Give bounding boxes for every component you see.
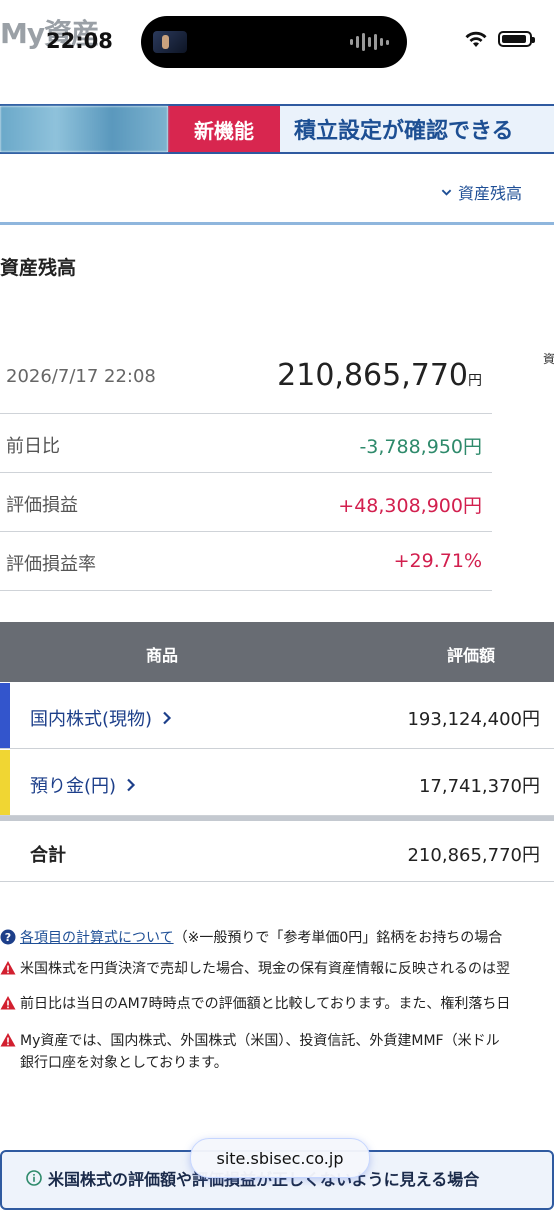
- warning-note: My資産では、国内株式、外国株式（米国）、投資信託、外貨建MMF（米ドル 銀行口…: [0, 1030, 554, 1074]
- warning-icon: [0, 1033, 16, 1047]
- table-row-total: 合計 210,865,770円: [0, 821, 554, 882]
- holding-amount: 17,741,370円: [418, 776, 540, 797]
- banner-tag: 新機能: [168, 106, 280, 152]
- battery-icon: [498, 31, 535, 47]
- url-text: site.sbisec.co.jp: [216, 1148, 344, 1168]
- now-playing-thumbnail: [153, 31, 187, 53]
- table-row-cash-deposit[interactable]: 預り金(円) 17,741,370円: [0, 750, 554, 816]
- anchor-link-label: 資産残高: [457, 184, 522, 203]
- warning-icon: [0, 961, 16, 975]
- warning-note: 前日比は当日のAM7時時点での評価額と比較しております。また、権利落ち日: [0, 993, 554, 1015]
- holding-link[interactable]: 国内株式(現物): [30, 705, 172, 731]
- row-color-stripe: [0, 683, 10, 748]
- dynamic-island[interactable]: [141, 16, 407, 68]
- holding-amount: 193,124,400円: [407, 709, 540, 730]
- currency-unit: 円: [468, 373, 482, 389]
- audio-wave-icon: [350, 32, 389, 52]
- day-change-label: 前日比: [6, 436, 60, 457]
- warning-text: My資産では、国内株式、外国株式（米国）、投資信託、外貨建MMF（米ドル: [20, 1033, 500, 1049]
- holding-name: 国内株式(現物): [30, 709, 153, 730]
- warning-icon: [0, 996, 16, 1010]
- header-value: 評価額: [447, 646, 496, 665]
- holding-link[interactable]: 預り金(円): [30, 772, 136, 798]
- status-time: 22:08: [46, 29, 113, 53]
- wifi-icon: [465, 31, 487, 47]
- system-icons: [464, 30, 535, 48]
- holdings-table-header: 商品 評価額: [0, 622, 554, 682]
- table-row-domestic-stocks[interactable]: 国内株式(現物) 193,124,400円: [0, 683, 554, 749]
- browser-address-bar[interactable]: site.sbisec.co.jp: [190, 1138, 370, 1178]
- section-divider: [0, 222, 554, 225]
- warning-text: 米国株式を円貨決済で売却した場合、現金の保有資産情報に反映されるのは翌: [20, 961, 510, 977]
- help-circle-icon: ?: [0, 929, 16, 945]
- holding-name: 預り金(円): [30, 776, 117, 797]
- profit-loss-row: 評価損益 +48,308,900円: [0, 473, 492, 532]
- profit-loss-rate-label: 評価損益率: [6, 554, 96, 575]
- warning-text-continued: 銀行口座を対象としております。: [20, 1055, 228, 1071]
- banner-image: [0, 106, 168, 152]
- chevron-down-icon: [441, 189, 452, 196]
- chevron-right-icon: [163, 711, 172, 725]
- total-asset-value: 210,865,770円: [277, 358, 482, 393]
- total-amount: 210,865,770円: [407, 845, 540, 866]
- profit-loss-label: 評価損益: [6, 495, 78, 516]
- total-label: 合計: [30, 845, 66, 866]
- profit-loss-rate-row: 評価損益率 +29.71%: [0, 532, 492, 591]
- total-asset-row: 2026/7/17 22:08 210,865,770円: [0, 338, 492, 414]
- chevron-right-icon: [127, 778, 136, 792]
- asset-balance-anchor-link[interactable]: 資産残高: [441, 180, 522, 204]
- row-color-stripe: [0, 750, 10, 815]
- side-label: 資: [543, 352, 554, 366]
- promo-banner[interactable]: 新機能 積立設定が確認できる: [0, 104, 554, 154]
- day-change-value: -3,788,950円: [359, 436, 482, 458]
- day-change-row: 前日比 -3,788,950円: [0, 414, 492, 473]
- warning-note: 米国株式を円貨決済で売却した場合、現金の保有資産情報に反映されるのは翌: [0, 958, 554, 980]
- section-title: 資産残高: [0, 257, 77, 279]
- calc-note: ? 各項目の計算式について（※一般預りで「参考単価0円」銘柄をお持ちの場合: [0, 927, 554, 949]
- calc-formula-link[interactable]: 各項目の計算式について: [20, 930, 174, 946]
- timestamp: 2026/7/17 22:08: [6, 366, 156, 387]
- profit-loss-value: +48,308,900円: [338, 495, 482, 517]
- header-product: 商品: [146, 646, 179, 665]
- svg-text:?: ?: [5, 931, 11, 944]
- warning-text: 前日比は当日のAM7時時点での評価額と比較しております。また、権利落ち日: [20, 996, 511, 1012]
- total-asset-number: 210,865,770: [277, 358, 468, 393]
- banner-message: 積立設定が確認できる: [280, 106, 554, 152]
- info-icon: [26, 1170, 42, 1186]
- profit-loss-rate-value: +29.71%: [393, 550, 482, 572]
- calc-note-text: （※一般預りで「参考単価0円」銘柄をお持ちの場合: [173, 930, 503, 946]
